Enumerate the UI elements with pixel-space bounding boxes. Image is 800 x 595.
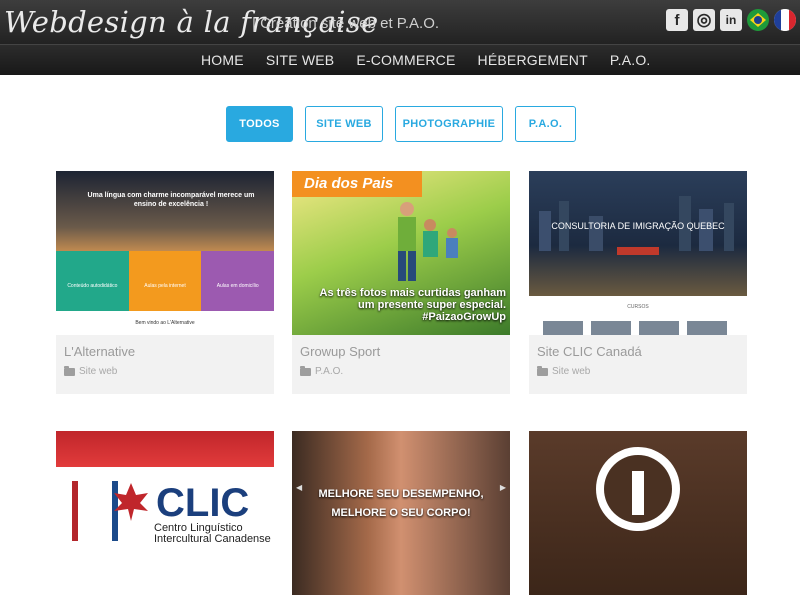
facebook-icon[interactable]: f [666, 9, 688, 31]
portfolio-card[interactable]: CLIC Centro Linguístico Intercultural Ca… [56, 431, 274, 595]
thumb-logo-text: CLIC [156, 481, 250, 525]
thumb-tile: Conteúdo autodidático [56, 251, 129, 311]
card-thumbnail[interactable]: CONSULTORIA DE IMIGRAÇÃO QUEBEC CURSOS [529, 171, 747, 335]
portfolio-card[interactable]: MELHORE SEU DESEMPENHO, MELHORE O SEU CO… [292, 431, 510, 595]
card-category: P.A.O. [300, 365, 343, 377]
nav-e-commerce[interactable]: E-COMMERCE [356, 52, 455, 68]
slider-prev-icon[interactable]: ◀ [296, 483, 302, 492]
card-category-label[interactable]: P.A.O. [315, 366, 343, 377]
card-thumbnail[interactable] [529, 431, 747, 595]
nav-pao[interactable]: P.A.O. [610, 52, 651, 68]
portfolio-card[interactable] [529, 431, 747, 595]
card-category-label[interactable]: Site web [79, 366, 117, 377]
filter-site-web-button[interactable]: SITE WEB [305, 106, 383, 142]
slider-next-icon[interactable]: ▶ [500, 483, 506, 492]
card-title[interactable]: Growup Sport [300, 344, 380, 359]
social-links: f ◎ in [666, 9, 796, 31]
card-title[interactable]: Site CLIC Canadá [537, 344, 642, 359]
card-category-label[interactable]: Site web [552, 366, 590, 377]
thumb-caption: MELHORE SEU DESEMPENHO, [318, 488, 484, 500]
header-bar: Webdesign à la française | Création site… [0, 0, 800, 44]
main-navigation: HOME SITE WEB E-COMMERCE HÉBERGEMENT P.A… [0, 44, 800, 75]
folder-icon [537, 365, 548, 376]
thumb-subtitle: Intercultural Canadense [154, 533, 271, 545]
france-flag-icon[interactable] [774, 9, 796, 31]
portfolio-card[interactable]: CONSULTORIA DE IMIGRAÇÃO QUEBEC CURSOS S… [529, 171, 747, 394]
tree-logo-icon [596, 447, 680, 531]
folder-icon [300, 365, 311, 376]
card-thumbnail[interactable]: Dia dos Pais As três fotos mais curtidas… [292, 171, 510, 335]
brazil-flag-icon[interactable] [747, 9, 769, 31]
nav-hebergement[interactable]: HÉBERGEMENT [478, 52, 588, 68]
instagram-icon[interactable]: ◎ [693, 9, 715, 31]
thumb-caption: MELHORE O SEU CORPO! [331, 507, 471, 519]
nav-home[interactable]: HOME [201, 52, 244, 68]
card-thumbnail[interactable]: Uma língua com charme incomparável merec… [56, 171, 274, 335]
thumb-tile: Aulas pela internet [128, 251, 202, 311]
linkedin-icon[interactable]: in [720, 9, 742, 31]
card-category: Site web [537, 365, 590, 377]
portfolio-card[interactable]: Uma língua com charme incomparável merec… [56, 171, 274, 394]
filter-pao-button[interactable]: P.A.O. [515, 106, 576, 142]
thumb-heading: Uma língua com charme incomparável merec… [87, 192, 255, 208]
thumb-footer: Bem vindo ao L'Alternative [56, 311, 274, 335]
portfolio-filters: TODOS SITE WEB PHOTOGRAPHIE P.A.O. [226, 106, 576, 142]
filter-todos-button[interactable]: TODOS [226, 106, 293, 142]
card-category: Site web [64, 365, 117, 377]
card-thumbnail[interactable]: MELHORE SEU DESEMPENHO, MELHORE O SEU CO… [292, 431, 510, 595]
nav-site-web[interactable]: SITE WEB [266, 52, 335, 68]
portfolio-card[interactable]: Dia dos Pais As três fotos mais curtidas… [292, 171, 510, 394]
card-thumbnail[interactable]: CLIC Centro Linguístico Intercultural Ca… [56, 431, 274, 595]
thumb-tile: Aulas em domicílio [201, 251, 274, 311]
thumb-band: Dia dos Pais [304, 175, 394, 192]
folder-icon [64, 365, 75, 376]
thumb-section: CURSOS [627, 304, 649, 310]
tagline: | Création site web et P.A.O. [252, 15, 440, 32]
card-title[interactable]: L'Alternative [64, 344, 135, 359]
thumb-heading: CONSULTORIA DE IMIGRAÇÃO QUEBEC [551, 221, 725, 231]
filter-photographie-button[interactable]: PHOTOGRAPHIE [395, 106, 503, 142]
thumb-caption: As três fotos mais curtidas ganham um pr… [319, 287, 506, 323]
